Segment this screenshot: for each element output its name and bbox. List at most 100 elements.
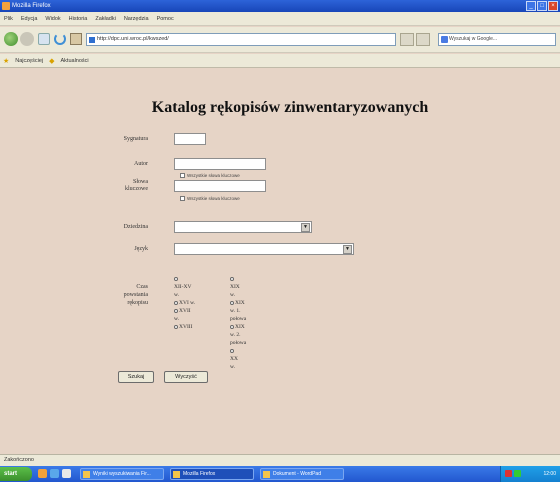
radio-icon[interactable] <box>230 324 234 329</box>
jezyk-select[interactable]: ▼ <box>174 243 354 255</box>
radio-icon[interactable] <box>230 276 234 281</box>
time-column-2: XIX w. XIX w. 1. połowa XIX w. 2. połowa… <box>230 275 246 371</box>
menu-edycja[interactable]: Edycja <box>21 16 38 22</box>
time-option-label: w. <box>174 292 179 298</box>
search-engine-icon <box>441 36 448 43</box>
home-icon[interactable] <box>70 33 82 45</box>
time-option[interactable]: XIX <box>230 323 246 331</box>
clock: 12:00 <box>543 471 556 477</box>
address-text: http://dpc.uni.wroc.pl/kwszed/ <box>97 36 169 42</box>
kluczowe-label: kluczowe <box>125 186 148 192</box>
page-icon <box>89 37 95 43</box>
menu-bar: Plik Edycja Widok Historia Zakładki Narz… <box>0 12 560 26</box>
slowa-label: Słowa <box>133 179 148 185</box>
firefox-icon <box>2 2 10 10</box>
radio-icon[interactable] <box>174 276 178 281</box>
minimize-button[interactable]: _ <box>526 1 536 11</box>
bookmark-icon: ★ <box>3 57 10 65</box>
time-option-label: połowa <box>230 316 247 322</box>
dziedzina-select[interactable]: ▼ <box>174 221 312 233</box>
time-option-label: w. 2. <box>230 332 241 338</box>
menu-historia[interactable]: Historia <box>69 16 88 22</box>
time-option-label: w. <box>230 292 235 298</box>
firefox-quicklaunch-icon[interactable] <box>38 469 47 478</box>
close-button[interactable]: × <box>548 1 558 11</box>
rekopisu-label: rękopisu <box>127 300 148 306</box>
status-bar: Zakończono <box>0 454 560 466</box>
time-option-label: XIX <box>230 284 240 290</box>
time-option[interactable]: XVI w. <box>174 299 195 307</box>
back-button[interactable] <box>4 32 18 46</box>
chevron-down-icon: ▼ <box>301 223 310 232</box>
bookmark-aktualnosci[interactable]: Aktualności <box>61 58 89 64</box>
chevron-down-icon: ▼ <box>343 245 352 254</box>
slowa-kluczowe-input[interactable] <box>174 180 266 192</box>
time-option[interactable] <box>230 275 246 283</box>
title-bar: Mozilla Firefox _ □ × <box>0 0 560 12</box>
time-option[interactable] <box>230 347 246 355</box>
task-firefox[interactable]: Mozilla Firefox <box>170 468 254 480</box>
stop-button[interactable] <box>38 33 50 45</box>
autor-label: Autor <box>134 161 148 167</box>
wyczysc-button[interactable]: Wyczyść <box>164 371 208 383</box>
search-box[interactable]: Wyszukaj w Google... <box>438 33 556 46</box>
task-wyniki[interactable]: Wyniki wyszukiwania Fir... <box>80 468 164 480</box>
network-icon[interactable] <box>505 470 512 477</box>
radio-icon[interactable] <box>230 300 234 305</box>
forward-button[interactable] <box>20 32 34 46</box>
desktop-quicklaunch-icon[interactable] <box>62 469 71 478</box>
menu-plik[interactable]: Plik <box>4 16 13 22</box>
task-wordpad[interactable]: Dokument - WordPad <box>260 468 344 480</box>
autor-option[interactable]: Wszystkie słowa kluczowe <box>180 173 240 178</box>
time-option-label: w. <box>174 316 179 322</box>
menu-zakladki[interactable]: Zakładki <box>95 16 115 22</box>
search-placeholder: Wyszukaj w Google... <box>449 36 498 42</box>
slowa-option[interactable]: Wszystkie słowa kluczowe <box>180 196 240 201</box>
start-button[interactable]: start <box>0 467 32 481</box>
menu-pomoc[interactable]: Pomoc <box>157 16 174 22</box>
time-option[interactable]: XIX <box>230 299 246 307</box>
maximize-button[interactable]: □ <box>537 1 547 11</box>
slowa-radio[interactable] <box>180 196 185 201</box>
time-option[interactable]: XVIII <box>174 323 195 331</box>
system-tray: 12:00 <box>500 466 560 482</box>
time-option-label: w. <box>230 364 235 370</box>
volume-icon[interactable] <box>514 470 521 477</box>
ie-quicklaunch-icon[interactable] <box>50 469 59 478</box>
wordpad-icon <box>263 471 270 478</box>
bookmark-star-button[interactable] <box>400 33 414 46</box>
radio-icon[interactable] <box>230 348 234 353</box>
window-title: Mozilla Firefox <box>12 3 51 9</box>
sygnatura-input[interactable] <box>174 133 206 145</box>
menu-widok[interactable]: Widok <box>45 16 60 22</box>
radio-icon[interactable] <box>174 300 178 305</box>
radio-icon[interactable] <box>174 324 178 329</box>
feed-icon: ◆ <box>49 57 55 65</box>
autor-input[interactable] <box>174 158 266 170</box>
powstania-label: powstania <box>123 292 148 298</box>
window-icon <box>83 471 90 478</box>
menu-narzedzia[interactable]: Narzędzia <box>124 16 149 22</box>
go-buttons <box>400 33 432 46</box>
taskbar: start Wyniki wyszukiwania Fir... Mozilla… <box>0 466 560 482</box>
window-controls: _ □ × <box>526 1 558 11</box>
szukaj-button[interactable]: Szukaj <box>118 371 154 383</box>
czas-label: Czas <box>136 284 148 290</box>
time-option-label: połowa <box>230 340 247 346</box>
time-option[interactable] <box>174 275 195 283</box>
sygnatura-label: Sygnatura <box>123 136 148 142</box>
autor-radio[interactable] <box>180 173 185 178</box>
address-bar[interactable]: http://dpc.uni.wroc.pl/kwszed/ <box>86 33 396 46</box>
go-button[interactable] <box>416 33 430 46</box>
refresh-icon[interactable] <box>54 33 66 45</box>
status-text: Zakończono <box>4 457 34 463</box>
jezyk-label: Język <box>134 246 148 252</box>
radio-icon[interactable] <box>174 308 178 313</box>
firefox-icon <box>173 471 180 478</box>
bookmark-najczesciej[interactable]: Najczęściej <box>15 58 43 64</box>
time-column-1: XII-XV w. XVI w. XVII w. XVIII <box>174 275 195 331</box>
navigation-toolbar: http://dpc.uni.wroc.pl/kwszed/ Wyszukaj … <box>0 27 560 53</box>
page-content: Katalog rękopisów zinwentaryzowanych Syg… <box>0 69 560 454</box>
time-option[interactable]: XVII <box>174 307 195 315</box>
time-option-label: XII-XV <box>174 284 192 290</box>
